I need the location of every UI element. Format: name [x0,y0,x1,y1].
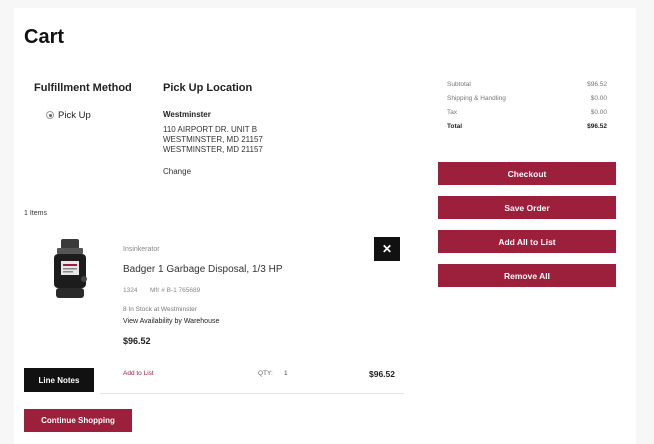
items-count: 1 Items [24,210,47,217]
total-label: Total [447,123,463,130]
subtotal-label: Subtotal [447,81,471,88]
pickup-radio[interactable]: Pick Up [46,110,91,121]
page-title: Cart [24,26,65,48]
item-price: $96.52 [123,336,151,346]
address-line1: 110 AIRPORT DR. UNIT B [163,125,258,134]
fulfillment-heading: Fulfillment Method [34,82,132,94]
pickup-radio-label: Pick Up [58,110,91,121]
checkout-button[interactable]: Checkout [438,162,616,185]
item-stock: 8 In Stock at Westminster [123,306,197,313]
summary-subtotal-row: Subtotal $96.52 [447,81,607,88]
tax-value: $0.00 [590,109,607,116]
item-line-total: $96.52 [369,369,395,379]
view-availability-link[interactable]: View Availability by Warehouse [123,318,219,325]
remove-item-button[interactable]: ✕ [374,237,400,261]
shipping-value: $0.00 [590,95,607,102]
item-brand: Insinkerator [123,246,160,253]
add-to-list-link[interactable]: Add to List [123,370,154,377]
product-image[interactable] [48,239,92,305]
garbage-disposal-image [54,239,87,298]
qty-label: QTY: [258,370,273,377]
address-line3: WESTMINSTER, MD 21157 [163,145,263,154]
store-name: Westminster [163,110,211,119]
tax-label: Tax [447,109,458,116]
close-icon: ✕ [381,242,393,256]
line-notes-button[interactable]: Line Notes [24,368,94,392]
cart-panel [14,8,636,444]
qty-input[interactable]: 1 [284,370,288,377]
item-sku: 1324 [123,287,138,294]
item-mfr: Mfr # B-1 765689 [150,287,201,294]
remove-all-button[interactable]: Remove All [438,264,616,287]
pickup-location-heading: Pick Up Location [163,82,253,94]
address-line2: WESTMINSTER, MD 21157 [163,135,263,144]
subtotal-value: $96.52 [587,81,607,88]
summary-shipping-row: Shipping & Handling $0.00 [447,95,607,102]
change-location-link[interactable]: Change [163,167,191,177]
item-divider [100,393,404,394]
summary-total-row: Total $96.52 [447,123,607,130]
item-name[interactable]: Badger 1 Garbage Disposal, 1/3 HP [123,264,283,275]
radio-icon [46,111,54,120]
add-all-to-list-button[interactable]: Add All to List [438,230,616,253]
shipping-label: Shipping & Handling [447,95,506,102]
total-value: $96.52 [587,123,607,130]
continue-shopping-button[interactable]: Continue Shopping [24,409,132,432]
summary-tax-row: Tax $0.00 [447,109,607,116]
save-order-button[interactable]: Save Order [438,196,616,219]
